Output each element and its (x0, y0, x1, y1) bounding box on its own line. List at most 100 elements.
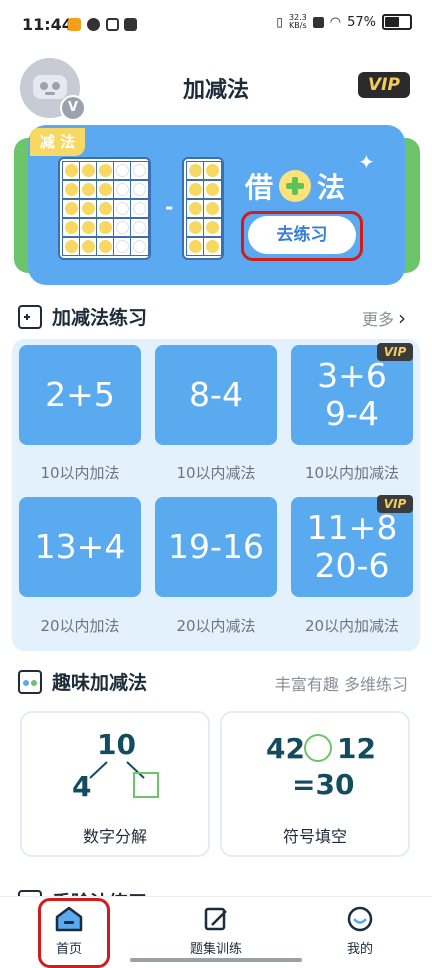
vip-badge: VIP (377, 495, 413, 513)
practice-card[interactable]: 2+5 (19, 345, 141, 445)
card-expression: 19-16 (168, 527, 264, 566)
counter-dot (189, 240, 202, 253)
counter-dot (82, 221, 95, 234)
left-number: 4 (72, 770, 92, 803)
home-indicator (130, 958, 302, 962)
counter-dot (133, 183, 146, 196)
counter-dot (99, 221, 112, 234)
grid-cell (130, 237, 149, 256)
highlight-box (241, 211, 363, 261)
symbol-circle (304, 734, 332, 762)
counter-dot (82, 202, 95, 215)
grid-cell (130, 218, 149, 237)
fun-section-subtitle: 丰富有趣 多维练习 (274, 675, 408, 694)
card-expression: 11+8 (306, 508, 398, 547)
practice-section-title: 加减法练习 (52, 307, 148, 329)
counter-dot (133, 202, 146, 215)
grid-cell (203, 199, 222, 218)
fun-card-label: 符号填空 (282, 827, 347, 846)
status-bar: 11:44 ▯ 32.3 KB/s ◠ 57% (0, 0, 432, 50)
more-link[interactable]: 更多 › (362, 306, 406, 330)
banner-tag: 减 法 (30, 128, 85, 156)
counter-dot (82, 183, 95, 196)
chevron-right-icon: › (398, 306, 407, 330)
counter-dot (133, 164, 146, 177)
counter-dot (116, 164, 129, 177)
vip-button[interactable]: VIP (358, 72, 410, 98)
counter-dot (206, 164, 219, 177)
battery-icon (382, 14, 412, 30)
calendar-dots-icon (18, 670, 42, 694)
counter-dot (189, 164, 202, 177)
shield-app-icon (87, 18, 100, 31)
plus-circle-icon (279, 170, 312, 202)
top-number: 10 (97, 728, 136, 761)
counter-dot (65, 240, 78, 253)
profile-icon[interactable] (347, 906, 373, 932)
practice-card[interactable]: 13+4 (19, 497, 141, 597)
card-expression: 9-4 (325, 394, 379, 433)
grid-cell (203, 180, 222, 199)
x-app-icon (312, 16, 324, 28)
card-expression: 13+4 (34, 527, 126, 566)
grid-cell (203, 161, 222, 180)
battery-percent: 57% (347, 14, 376, 30)
card-expression: 2+5 (45, 375, 115, 414)
edit-icon[interactable] (203, 906, 229, 932)
grid-cell (203, 218, 222, 237)
card-label: 10以内加减法 (304, 464, 400, 482)
counter-dot (65, 183, 78, 196)
counter-dot (189, 202, 202, 215)
counter-dot (99, 240, 112, 253)
card-label: 20以内加减法 (304, 617, 400, 635)
nav-profile[interactable]: 我的 (330, 938, 390, 957)
message-app-icon (124, 18, 137, 31)
practice-card[interactable]: 19-16 (155, 497, 277, 597)
counter-dot (189, 183, 202, 196)
counter-dot (116, 183, 129, 196)
result-number: =30 (292, 768, 355, 801)
grid-cell (203, 237, 222, 256)
grid-cell (130, 180, 149, 199)
vip-badge: VIP (377, 343, 413, 361)
card-expression: 20-6 (314, 546, 390, 585)
counter-dot (206, 202, 219, 215)
left-number: 42 (266, 732, 305, 765)
banner-title-right: 法 (317, 171, 346, 204)
right-number: 12 (337, 732, 376, 765)
counter-dot (65, 164, 78, 177)
card-label: 10以内加法 (40, 464, 120, 482)
banner-title: 借 法 (245, 166, 345, 206)
f-app-icon (106, 18, 119, 31)
video-app-icon (68, 18, 81, 31)
counter-dot (133, 240, 146, 253)
practice-card[interactable]: 8-4 (155, 345, 277, 445)
counter-dot (206, 240, 219, 253)
answer-box (133, 772, 159, 798)
status-time: 11:44 (22, 15, 73, 34)
counter-dot (99, 202, 112, 215)
counter-dot (116, 240, 129, 253)
counter-dot (99, 183, 112, 196)
dot-grid-right (182, 157, 224, 260)
more-label: 更多 (362, 310, 395, 329)
counter-dot (116, 221, 129, 234)
counter-dot (116, 202, 129, 215)
grid-cell (130, 161, 149, 180)
card-expression: 3+6 (317, 356, 387, 395)
grid-cell (130, 199, 149, 218)
counter-dot (133, 221, 146, 234)
net-speed-unit: KB/s (289, 21, 307, 30)
nav-practice[interactable]: 题集训练 (176, 938, 256, 957)
minus-sign: - (165, 195, 174, 219)
dot-grid-left (58, 157, 151, 260)
counter-dot (65, 221, 78, 234)
counter-dot (99, 164, 112, 177)
card-label: 20以内减法 (176, 617, 256, 635)
highlight-box-nav (38, 898, 110, 968)
fun-section-title: 趣味加减法 (52, 672, 148, 694)
counter-dot (82, 164, 95, 177)
counter-dot (82, 240, 95, 253)
card-label: 20以内加法 (40, 617, 120, 635)
calendar-plus-icon (18, 305, 42, 329)
